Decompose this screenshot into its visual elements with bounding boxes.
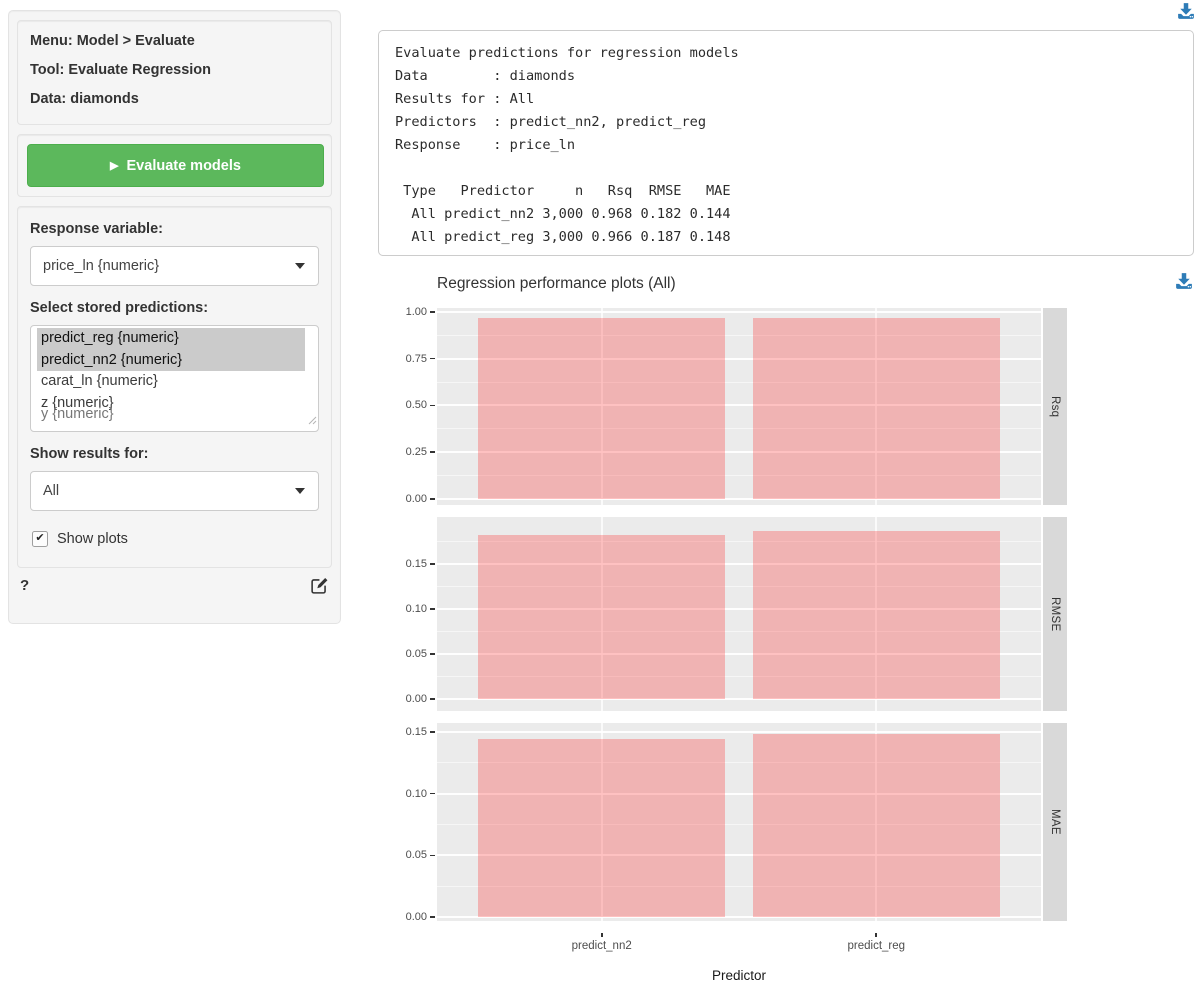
plot-header: Regression performance plots (All) bbox=[378, 272, 1194, 296]
plot-title: Regression performance plots (All) bbox=[437, 275, 676, 293]
x-axis-title: Predictor bbox=[437, 968, 1041, 983]
y-tick-label: 0.25 bbox=[406, 446, 427, 458]
x-tick-label: predict_reg bbox=[848, 940, 906, 952]
evaluate-models-button[interactable]: ▶ Evaluate models bbox=[27, 144, 324, 187]
bar-predict_reg bbox=[753, 734, 1000, 917]
data-label: Data: diamonds bbox=[30, 91, 319, 107]
play-icon: ▶ bbox=[110, 159, 118, 172]
y-tick-mark bbox=[430, 358, 435, 360]
tool-label: Tool: Evaluate Regression bbox=[30, 62, 319, 78]
x-axis: predict_nn2 predict_reg bbox=[437, 933, 1041, 967]
facet-row-rsq: 0.00 0.25 0.50 0.75 1.00 Rsq bbox=[380, 308, 1070, 505]
summary-output-box: Evaluate predictions for regression mode… bbox=[378, 30, 1194, 256]
sidebar-footer: ? bbox=[17, 576, 332, 594]
facet-row-rmse: 0.00 0.05 0.10 0.15 RMSE bbox=[380, 517, 1070, 711]
resize-handle-icon[interactable] bbox=[308, 412, 317, 430]
facet-row-mae: 0.00 0.05 0.10 0.15 MAE bbox=[380, 723, 1070, 921]
facet-panel bbox=[437, 723, 1041, 921]
x-tick-label: predict_nn2 bbox=[572, 940, 632, 952]
y-tick-mark bbox=[430, 451, 435, 453]
y-tick-label: 0.10 bbox=[406, 603, 427, 615]
y-tick-mark bbox=[430, 793, 435, 795]
select-option[interactable]: predict_reg {numeric} bbox=[37, 328, 305, 350]
bar-predict_nn2 bbox=[478, 318, 725, 499]
response-variable-label: Response variable: bbox=[30, 221, 319, 237]
y-axis-labels: 0.00 0.25 0.50 0.75 1.00 bbox=[380, 308, 437, 505]
y-tick-mark bbox=[430, 498, 435, 500]
y-tick-label: 0.05 bbox=[406, 849, 427, 861]
y-axis-labels: 0.00 0.05 0.10 0.15 bbox=[380, 517, 437, 711]
y-tick-label: 0.00 bbox=[406, 493, 427, 505]
y-tick-mark bbox=[430, 653, 435, 655]
show-results-for-value: All bbox=[43, 483, 59, 499]
menu-label: Menu: Model > Evaluate bbox=[30, 33, 319, 49]
y-tick-label: 0.05 bbox=[406, 648, 427, 660]
facet-strip: RMSE bbox=[1043, 517, 1067, 711]
y-tick-mark bbox=[430, 563, 435, 565]
bar-predict_reg bbox=[753, 318, 1000, 499]
sidebar: Menu: Model > Evaluate Tool: Evaluate Re… bbox=[8, 10, 341, 624]
y-tick-mark bbox=[430, 311, 435, 313]
y-tick-label: 0.15 bbox=[406, 726, 427, 738]
evaluate-models-label: Evaluate models bbox=[127, 158, 241, 174]
select-option[interactable]: carat_ln {numeric} bbox=[37, 371, 305, 393]
show-plots-row: ✔ Show plots bbox=[32, 531, 319, 547]
y-tick-label: 0.50 bbox=[406, 399, 427, 411]
bar-predict_nn2 bbox=[478, 739, 725, 917]
y-tick-label: 0.00 bbox=[406, 693, 427, 705]
bar-predict_reg bbox=[753, 531, 1000, 699]
y-tick-label: 0.15 bbox=[406, 558, 427, 570]
download-summary-icon[interactable] bbox=[1177, 2, 1195, 20]
select-option[interactable]: predict_nn2 {numeric} bbox=[37, 350, 305, 372]
summary-output: Evaluate predictions for regression mode… bbox=[379, 31, 1193, 260]
y-tick-mark bbox=[430, 916, 435, 918]
x-tick-mark bbox=[875, 933, 877, 937]
show-results-for-label: Show results for: bbox=[30, 446, 319, 462]
facet-strip: Rsq bbox=[1043, 308, 1067, 505]
facet-strip-label: MAE bbox=[1049, 809, 1061, 835]
facet-panel bbox=[437, 517, 1041, 711]
response-variable-select[interactable]: price_ln {numeric} bbox=[30, 246, 319, 286]
y-tick-label: 1.00 bbox=[406, 306, 427, 318]
y-tick-mark bbox=[430, 731, 435, 733]
facet-strip: MAE bbox=[1043, 723, 1067, 921]
edit-report-icon[interactable] bbox=[311, 576, 329, 594]
help-icon[interactable]: ? bbox=[20, 577, 29, 594]
major-gridline bbox=[437, 311, 1041, 313]
context-panel: Menu: Model > Evaluate Tool: Evaluate Re… bbox=[17, 20, 332, 125]
select-option[interactable]: y {numeric} bbox=[37, 404, 305, 426]
controls-panel: Response variable: price_ln {numeric} Se… bbox=[17, 206, 332, 568]
facet-panel bbox=[437, 308, 1041, 505]
chevron-down-icon bbox=[295, 488, 305, 494]
y-axis-labels: 0.00 0.05 0.10 0.15 bbox=[380, 723, 437, 921]
evaluate-panel: ▶ Evaluate models bbox=[17, 134, 332, 197]
stored-predictions-select[interactable]: predict_reg {numeric}predict_nn2 {numeri… bbox=[30, 325, 319, 432]
x-tick-mark bbox=[601, 933, 603, 937]
y-tick-label: 0.00 bbox=[406, 911, 427, 923]
performance-plot: 0.00 0.25 0.50 0.75 1.00 Rsq 0.00 0.05 0.10 0.15 R… bbox=[380, 308, 1070, 983]
stored-predictions-label: Select stored predictions: bbox=[30, 300, 319, 316]
response-variable-value: price_ln {numeric} bbox=[43, 258, 159, 274]
chevron-down-icon bbox=[295, 263, 305, 269]
bar-predict_nn2 bbox=[478, 535, 725, 699]
y-tick-mark bbox=[430, 405, 435, 407]
download-plot-icon[interactable] bbox=[1175, 272, 1193, 290]
major-gridline bbox=[437, 731, 1041, 733]
main-content: Evaluate predictions for regression mode… bbox=[378, 0, 1196, 966]
y-tick-mark bbox=[430, 855, 435, 857]
y-tick-label: 0.10 bbox=[406, 788, 427, 800]
facet-strip-label: Rsq bbox=[1049, 396, 1061, 417]
show-plots-label: Show plots bbox=[57, 531, 128, 547]
y-tick-label: 0.75 bbox=[406, 353, 427, 365]
facet-strip-label: RMSE bbox=[1049, 597, 1061, 631]
show-plots-checkbox[interactable]: ✔ bbox=[32, 531, 48, 547]
y-tick-mark bbox=[430, 608, 435, 610]
show-results-for-select[interactable]: All bbox=[30, 471, 319, 511]
y-tick-mark bbox=[430, 698, 435, 700]
